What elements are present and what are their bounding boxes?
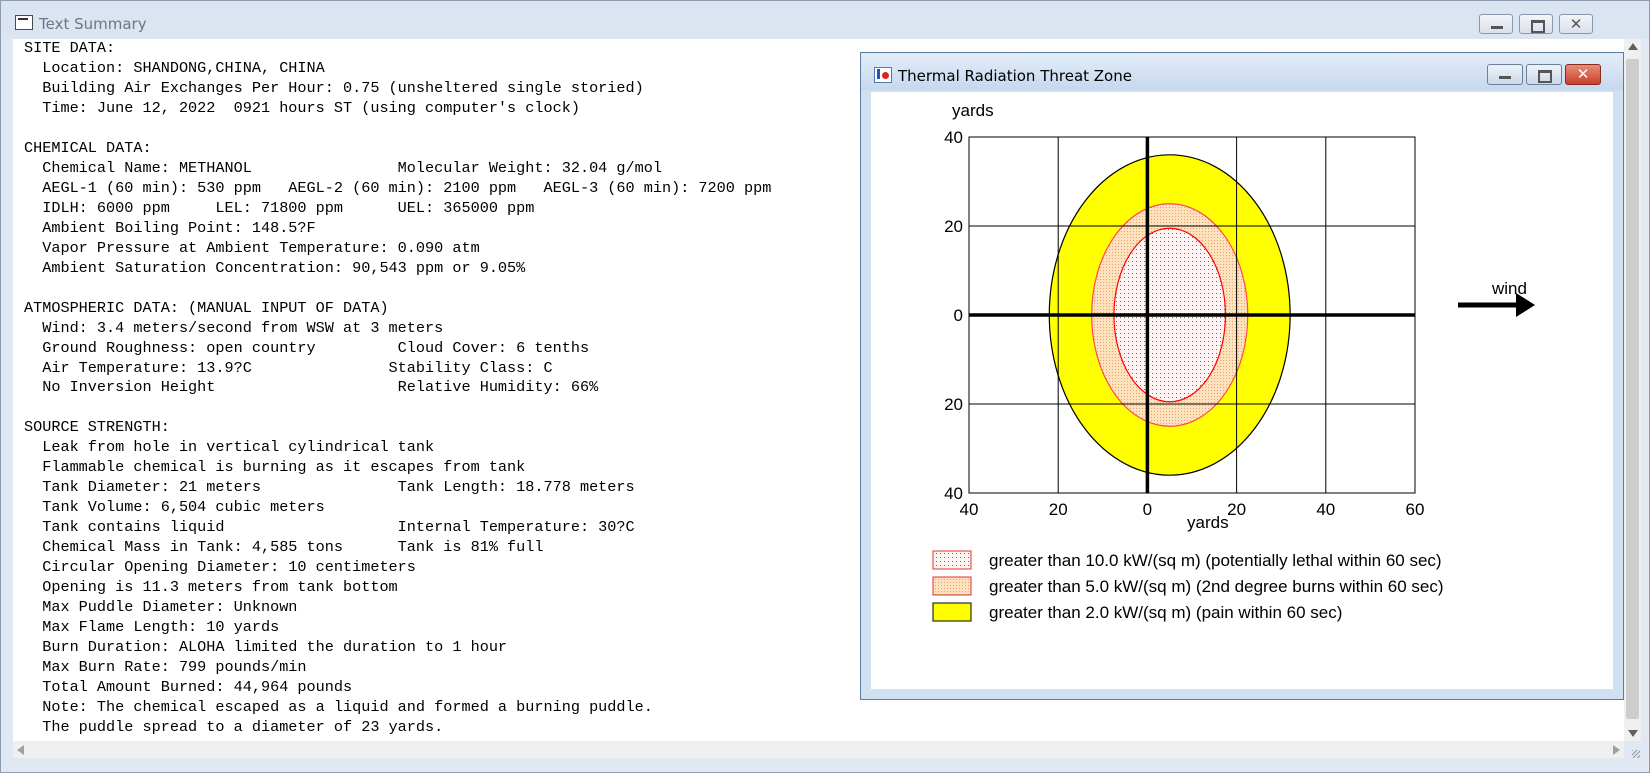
summary-line: Tank Volume: 6,504 cubic meters bbox=[24, 498, 325, 517]
summary-line: Air Temperature: 13.9?C Stability Class:… bbox=[24, 358, 553, 377]
legend-swatch bbox=[932, 602, 972, 622]
x-tick-label: 20 bbox=[1049, 500, 1068, 519]
scroll-down-icon[interactable] bbox=[1628, 730, 1638, 737]
x-axis-label: yards bbox=[1187, 513, 1229, 532]
x-tick-label: 40 bbox=[1316, 500, 1335, 519]
threat-close-button[interactable]: ✕ bbox=[1565, 64, 1601, 85]
summary-line: Total Amount Burned: 44,964 pounds bbox=[24, 678, 353, 696]
summary-line: No Inversion Height Relative Humidity: 6… bbox=[24, 378, 599, 397]
summary-line: Time: June 12, 2022 0921 hours ST (using… bbox=[24, 98, 580, 117]
close-icon: ✕ bbox=[1569, 15, 1583, 33]
summary-line: Max Flame Length: 10 yards bbox=[24, 618, 280, 637]
chart-app-icon bbox=[874, 67, 892, 83]
summary-line: Flammable chemical is burning as it esca… bbox=[24, 458, 526, 477]
legend: greater than 10.0 kW/(sq m) (potentially… bbox=[932, 550, 1444, 622]
threat-zone-title: Thermal Radiation Threat Zone bbox=[898, 67, 1132, 85]
minimize-icon bbox=[1480, 15, 1512, 33]
x-tick-label: 60 bbox=[1406, 500, 1425, 519]
summary-line: Tank contains liquid Internal Temperatur… bbox=[24, 518, 635, 537]
legend-label: greater than 2.0 kW/(sq m) (pain within … bbox=[989, 603, 1342, 622]
title-bar[interactable]: Text Summary ✕ bbox=[1, 1, 1649, 39]
scroll-left-icon[interactable] bbox=[17, 745, 24, 755]
close-icon: ✕ bbox=[1576, 65, 1590, 83]
threat-zone-title-bar[interactable]: Thermal Radiation Threat Zone ✕ bbox=[861, 53, 1623, 90]
x-tick-label: 0 bbox=[1143, 500, 1152, 519]
summary-line: Max Burn Rate: 799 pounds/min bbox=[24, 658, 307, 677]
summary-line: Building Air Exchanges Per Hour: 0.75 (u… bbox=[24, 78, 644, 97]
summary-line: CHEMICAL DATA: bbox=[24, 138, 152, 157]
horizontal-scrollbar[interactable] bbox=[13, 741, 1624, 758]
y-tick-label: 40 bbox=[944, 128, 963, 147]
summary-line: Location: SHANDONG,CHINA, CHINA bbox=[24, 58, 325, 77]
maximize-icon bbox=[1520, 15, 1552, 33]
summary-line: Chemical Mass in Tank: 4,585 tons Tank i… bbox=[24, 538, 544, 557]
y-tick-label: 0 bbox=[954, 306, 963, 325]
summary-line: Ambient Saturation Concentration: 90,543… bbox=[24, 258, 526, 277]
summary-line: Wind: 3.4 meters/second from WSW at 3 me… bbox=[24, 318, 444, 337]
text-summary-window: Text Summary ✕ SITE DATA: Location: SHAN… bbox=[0, 0, 1650, 773]
scroll-up-icon[interactable] bbox=[1628, 43, 1638, 50]
summary-line: The puddle spread to a diameter of 23 ya… bbox=[24, 717, 444, 736]
vertical-scroll-thumb[interactable] bbox=[1626, 59, 1639, 719]
y-tick-label: 20 bbox=[944, 217, 963, 236]
app-icon bbox=[15, 15, 33, 30]
summary-line: Max Puddle Diameter: Unknown bbox=[24, 598, 298, 617]
x-tick-label: 20 bbox=[1227, 500, 1246, 519]
legend-label: greater than 10.0 kW/(sq m) (potentially… bbox=[989, 551, 1442, 570]
maximize-icon bbox=[1527, 65, 1561, 84]
legend-swatch bbox=[932, 550, 972, 570]
resize-grip-icon[interactable] bbox=[1628, 746, 1642, 760]
summary-line: Circular Opening Diameter: 10 centimeter… bbox=[24, 558, 416, 577]
y-tick-label: 20 bbox=[944, 395, 963, 414]
summary-line: SOURCE STRENGTH: bbox=[24, 418, 170, 437]
summary-line: Vapor Pressure at Ambient Temperature: 0… bbox=[24, 238, 480, 257]
summary-line: AEGL-1 (60 min): 530 ppm AEGL-2 (60 min)… bbox=[24, 178, 772, 197]
minimize-icon bbox=[1488, 65, 1522, 84]
summary-line: SITE DATA: bbox=[24, 39, 116, 57]
maximize-button[interactable] bbox=[1519, 14, 1553, 34]
legend-swatch bbox=[932, 576, 972, 596]
vertical-scrollbar[interactable] bbox=[1624, 39, 1641, 741]
summary-line: Ground Roughness: open country Cloud Cov… bbox=[24, 338, 590, 357]
legend-label: greater than 5.0 kW/(sq m) (2nd degree b… bbox=[989, 577, 1444, 596]
close-button[interactable]: ✕ bbox=[1559, 14, 1593, 34]
y-tick-label: 40 bbox=[944, 484, 963, 503]
summary-line: Tank Diameter: 21 meters Tank Length: 18… bbox=[24, 478, 635, 497]
summary-line: Leak from hole in vertical cylindrical t… bbox=[24, 438, 435, 457]
summary-line: ATMOSPHERIC DATA: (MANUAL INPUT OF DATA) bbox=[24, 298, 389, 317]
summary-line: Chemical Name: METHANOL Molecular Weight… bbox=[24, 158, 662, 177]
threat-minimize-button[interactable] bbox=[1487, 64, 1523, 85]
summary-line: Ambient Boiling Point: 148.5?F bbox=[24, 218, 316, 237]
summary-text: SITE DATA: Location: SHANDONG,CHINA, CHI… bbox=[24, 39, 771, 738]
summary-line: IDLH: 6000 ppm LEL: 71800 ppm UEL: 36500… bbox=[24, 198, 535, 217]
summary-line: Burn Duration: ALOHA limited the duratio… bbox=[24, 638, 508, 657]
window-title: Text Summary bbox=[39, 15, 147, 33]
summary-line: Note: The chemical escaped as a liquid a… bbox=[24, 697, 653, 716]
summary-line: Opening is 11.3 meters from tank bottom bbox=[24, 578, 398, 597]
wind-indicator: wind bbox=[1458, 279, 1535, 317]
threat-zone-chart: 40 20 0 20 40 60402002040 yards yards wind gr… bbox=[932, 101, 1535, 622]
scroll-right-icon[interactable] bbox=[1613, 745, 1620, 755]
y-axis-label: yards bbox=[952, 101, 994, 120]
threat-maximize-button[interactable] bbox=[1526, 64, 1562, 85]
threat-zone-plot-area: 40 20 0 20 40 60 40 20 0 20 40 yards yards wind gr… bbox=[871, 92, 1613, 689]
wind-label: wind bbox=[1491, 279, 1527, 298]
threat-zone-window: Thermal Radiation Threat Zone ✕ 40 20 0 … bbox=[860, 52, 1624, 700]
minimize-button[interactable] bbox=[1479, 14, 1513, 34]
